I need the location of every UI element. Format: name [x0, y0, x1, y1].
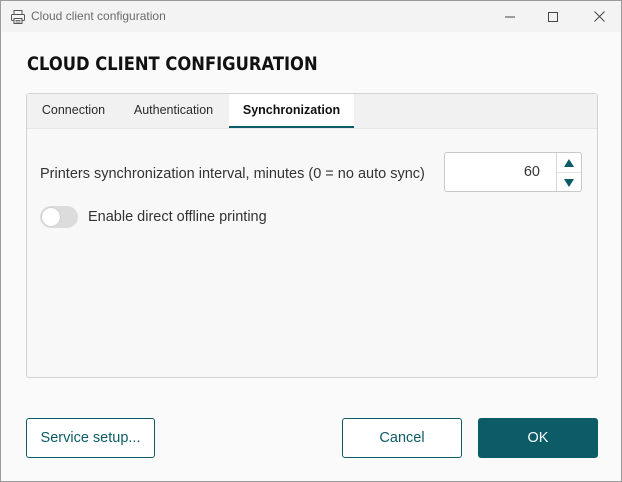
- offline-printing-toggle[interactable]: [40, 206, 78, 228]
- tab-connection[interactable]: Connection: [28, 94, 119, 128]
- settings-panel: Connection Authentication Synchronizatio…: [26, 93, 598, 378]
- sync-interval-value[interactable]: 60: [524, 164, 540, 180]
- sync-interval-stepper[interactable]: 60: [444, 152, 582, 192]
- ok-button[interactable]: OK: [478, 418, 598, 458]
- title-bar[interactable]: Cloud client configuration: [1, 1, 621, 32]
- maximize-icon: [548, 11, 558, 22]
- close-button[interactable]: [576, 1, 622, 32]
- printer-icon: [10, 9, 26, 25]
- tab-synchronization[interactable]: Synchronization: [229, 94, 354, 128]
- toggle-knob: [42, 208, 60, 226]
- triangle-down-icon: [564, 174, 574, 192]
- tab-authentication[interactable]: Authentication: [119, 94, 228, 128]
- decrement-button[interactable]: [557, 172, 581, 192]
- cancel-button[interactable]: Cancel: [342, 418, 462, 458]
- config-window: Cloud client configuration CLOUD CLIENT …: [0, 0, 622, 482]
- increment-button[interactable]: [557, 153, 581, 172]
- maximize-button[interactable]: [530, 1, 576, 32]
- minimize-button[interactable]: [487, 1, 533, 32]
- minimize-icon: [505, 12, 515, 22]
- window-title: Cloud client configuration: [31, 9, 166, 23]
- service-setup-button[interactable]: Service setup...: [26, 418, 155, 458]
- close-icon: [593, 11, 605, 22]
- offline-printing-label: Enable direct offline printing: [88, 209, 267, 225]
- tab-bar: Connection Authentication Synchronizatio…: [27, 94, 597, 129]
- page-heading: CLOUD CLIENT CONFIGURATION: [27, 53, 318, 75]
- sync-interval-label: Printers synchronization interval, minut…: [40, 166, 425, 182]
- triangle-up-icon: [564, 154, 574, 172]
